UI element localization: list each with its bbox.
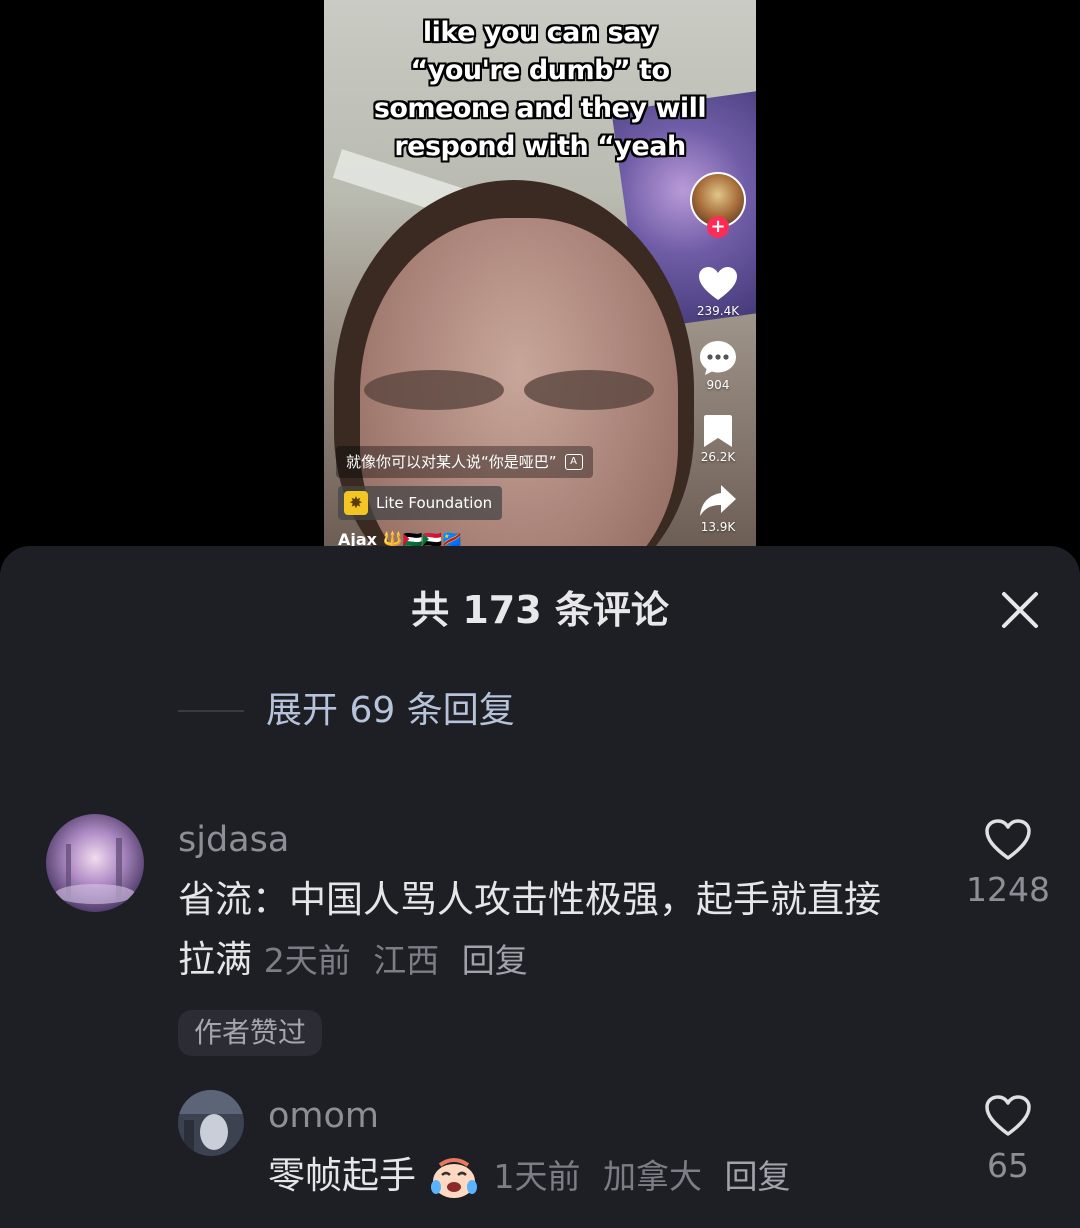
avatar[interactable] [46,814,144,912]
person-brow-left [364,370,504,410]
save-action[interactable]: 26.2K [700,414,736,464]
share-action[interactable]: 13.9K [699,484,737,534]
expand-divider [178,710,244,712]
comment-username[interactable]: sjdasa [178,818,289,862]
comment-sheet: 共 173 条评论 展开 69 条回复 sjdasa 省流：中国人骂人攻击性极强… [0,546,1080,1228]
laughing-crying-emoji-icon [430,1157,477,1198]
comment-body: 省流：中国人骂人攻击性极强，起手就直接 拉满 2天前 江西 回复 [178,870,948,991]
reply-button[interactable]: 回复 [462,941,528,980]
share-arrow-icon [700,485,736,516]
comment-text-line: 拉满 [178,938,252,981]
comment-text-line: 省流：中国人骂人攻击性极强，起手就直接 [178,878,881,921]
like-count: 1248 [966,870,1050,909]
bookmark-icon [704,415,732,447]
video-caption: like you can say “you're dumb” to someon… [373,17,707,162]
sound-label: Lite Foundation [376,494,493,512]
comment-location: 江西 [373,941,440,980]
expand-replies[interactable]: 展开 69 条回复 [178,686,515,736]
comment-text-line-2-row: 拉满 2天前 江西 回复 [178,930,948,991]
heart-icon [698,267,737,300]
comment-like[interactable]: 1248 [966,818,1050,909]
comment-username[interactable]: omom [268,1094,379,1138]
comment-meta: 2天前 江西 回复 [264,941,540,980]
author-liked-badge: 作者赞过 [178,1010,323,1056]
person-brow-right [524,370,654,410]
creator-avatar[interactable]: + [690,172,746,238]
forest-avatar-image [46,814,144,912]
reply-avatar-image [178,1090,244,1156]
comment-text-line: 零帧起手 [268,1154,416,1197]
caption-translation[interactable]: 就像你可以对某人说“你是哑巴” A [336,446,593,478]
save-count: 26.2K [700,450,736,464]
heart-outline-icon [985,819,1031,860]
expand-replies-label: 展开 69 条回复 [266,690,515,731]
comment-location: 加拿大 [603,1157,703,1196]
close-button[interactable] [1000,590,1040,630]
like-action[interactable]: 239.4K [697,266,739,318]
translate-icon: A [564,454,583,470]
video-player[interactable]: like you can say “you're dumb” to someon… [324,0,756,560]
comment-time: 2天前 [263,941,351,980]
screen: like you can say “you're dumb” to someon… [0,0,1080,1228]
reply-button[interactable]: 回复 [725,1157,791,1196]
comment-meta: 1天前 加拿大 回复 [494,1157,803,1196]
avatar[interactable] [178,1090,244,1156]
action-rail: + 239.4K 904 26.2K 13.9K [688,172,748,534]
comment-bubble-icon [700,341,736,375]
comment-action[interactable]: 904 [699,340,737,392]
comment-body: 零帧起手 1天前 加拿大 回复 [268,1146,948,1207]
follow-plus-icon[interactable]: + [707,216,729,238]
close-icon [1002,592,1038,628]
heart-outline-icon [985,1095,1031,1136]
like-count: 65 [987,1146,1029,1185]
translation-text: 就像你可以对某人说“你是哑巴” [346,453,557,471]
share-count: 13.9K [700,520,736,534]
comment-sheet-title: 共 173 条评论 [411,588,669,632]
sound-chip[interactable]: ✸ Lite Foundation [338,486,503,520]
comment-time: 1天前 [493,1157,581,1196]
sparkle-icon: ✸ [344,491,368,515]
like-count: 239.4K [696,304,740,318]
comment-count: 904 [706,378,730,392]
comment-like[interactable]: 65 [966,1094,1050,1185]
